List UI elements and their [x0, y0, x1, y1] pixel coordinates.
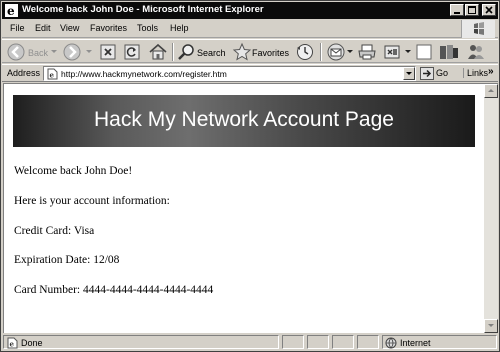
- maximize-icon: [468, 6, 476, 14]
- search-button[interactable]: Search: [177, 42, 227, 62]
- window-title: Welcome back John Doe - Microsoft Intern…: [22, 4, 264, 15]
- messenger-button[interactable]: [464, 42, 488, 62]
- scroll-up-button[interactable]: [484, 84, 498, 98]
- status-pane: [357, 335, 379, 349]
- search-label: Search: [197, 48, 226, 58]
- menu-tools[interactable]: Tools: [137, 23, 158, 33]
- home-icon: [149, 43, 167, 60]
- back-arrow-icon: [7, 43, 25, 61]
- stop-icon: [100, 44, 116, 60]
- banner-title: Hack My Network Account Page: [94, 108, 394, 131]
- close-button[interactable]: [482, 4, 496, 16]
- chevron-down-icon: [405, 50, 411, 53]
- close-icon: [485, 6, 493, 14]
- refresh-icon: [124, 44, 140, 60]
- welcome-text: Welcome back John Doe!: [14, 165, 133, 177]
- discuss-icon: [416, 44, 432, 60]
- menu-help[interactable]: Help: [170, 23, 189, 33]
- mail-icon: [327, 43, 345, 61]
- status-main: e Done: [3, 335, 279, 349]
- intro-text: Here is your account information:: [14, 195, 170, 207]
- back-label: Back: [28, 48, 49, 58]
- history-icon: [297, 44, 313, 60]
- status-text: Done: [21, 338, 43, 348]
- globe-icon: [385, 337, 397, 349]
- home-button[interactable]: [147, 42, 169, 62]
- search-icon: [178, 44, 194, 60]
- page-content: Hack My Network Account Page Welcome bac…: [3, 83, 484, 333]
- links-chevron[interactable]: »: [488, 66, 494, 77]
- links-label[interactable]: Links: [463, 68, 488, 78]
- address-dropdown-button[interactable]: [403, 67, 415, 80]
- scroll-down-button[interactable]: [484, 319, 498, 333]
- ie-icon: e: [5, 4, 18, 18]
- credit-card-text: Credit Card: Visa: [14, 225, 95, 237]
- history-button[interactable]: [294, 42, 316, 62]
- vertical-scrollbar[interactable]: [484, 83, 498, 333]
- toolbar-separator: [320, 43, 322, 61]
- minimize-button[interactable]: [450, 4, 464, 16]
- chevron-up-icon: [488, 89, 494, 92]
- print-icon: [358, 44, 376, 60]
- maximize-button[interactable]: [465, 4, 479, 16]
- toolbar-separator: [172, 43, 174, 61]
- menu-view[interactable]: View: [60, 23, 79, 33]
- print-button[interactable]: [356, 42, 378, 62]
- svg-text:e: e: [50, 71, 55, 80]
- page-banner: Hack My Network Account Page: [13, 95, 475, 147]
- edit-icon: [384, 45, 400, 59]
- go-label: Go: [436, 68, 449, 78]
- address-bar: Address e http://www.hackmynetwork.com/r…: [2, 64, 498, 82]
- menu-file[interactable]: File: [10, 23, 25, 33]
- mail-button[interactable]: [326, 42, 354, 62]
- card-number-text: Card Number: 4444-4444-4444-4444-4444: [14, 284, 214, 296]
- chevron-down-icon: [51, 50, 57, 53]
- favorites-star-icon: [232, 42, 252, 61]
- favorites-button[interactable]: Favorites: [232, 42, 290, 62]
- menu-favorites[interactable]: Favorites: [90, 23, 127, 33]
- research-button[interactable]: [437, 42, 461, 62]
- research-icon: [440, 45, 458, 59]
- svg-text:e: e: [10, 340, 15, 349]
- svg-text:e: e: [7, 4, 15, 17]
- refresh-button[interactable]: [122, 42, 142, 62]
- zone-text: Internet: [400, 338, 431, 348]
- standard-toolbar: Back Search Favorites: [2, 39, 498, 63]
- page-icon: e: [47, 68, 58, 80]
- favorites-label: Favorites: [252, 48, 290, 58]
- back-button[interactable]: Back: [6, 42, 58, 62]
- title-bar[interactable]: e Welcome back John Doe - Microsoft Inte…: [2, 2, 498, 19]
- expiration-text: Expiration Date: 12/08: [14, 254, 120, 266]
- status-zone: Internet: [382, 335, 497, 349]
- status-bar: e Done Internet: [2, 334, 498, 351]
- browser-window: e Welcome back John Doe - Microsoft Inte…: [0, 0, 500, 352]
- chevron-down-icon: [86, 50, 92, 53]
- menu-edit[interactable]: Edit: [35, 23, 51, 33]
- status-pane: [282, 335, 304, 349]
- chevron-down-icon: [347, 50, 353, 53]
- edit-button[interactable]: [382, 42, 412, 62]
- windows-logo-icon: [461, 20, 495, 38]
- address-url: http://www.hackmynetwork.com/register.ht…: [61, 69, 227, 79]
- go-arrow-icon: [420, 67, 434, 80]
- forward-button[interactable]: [62, 42, 96, 62]
- status-pane: [307, 335, 329, 349]
- discuss-button[interactable]: [415, 42, 433, 62]
- chevron-down-icon: [488, 324, 494, 327]
- stop-button[interactable]: [98, 42, 118, 62]
- status-pane: [332, 335, 354, 349]
- minimize-icon: [454, 12, 460, 14]
- page-icon: e: [7, 337, 18, 349]
- chevron-down-icon: [406, 72, 412, 75]
- address-label: Address: [7, 68, 41, 78]
- go-button[interactable]: Go: [419, 66, 457, 81]
- messenger-icon: [468, 45, 484, 59]
- menu-bar: File Edit View Favorites Tools Help: [2, 20, 498, 38]
- address-input[interactable]: e http://www.hackmynetwork.com/register.…: [43, 66, 416, 81]
- forward-arrow-icon: [63, 43, 81, 61]
